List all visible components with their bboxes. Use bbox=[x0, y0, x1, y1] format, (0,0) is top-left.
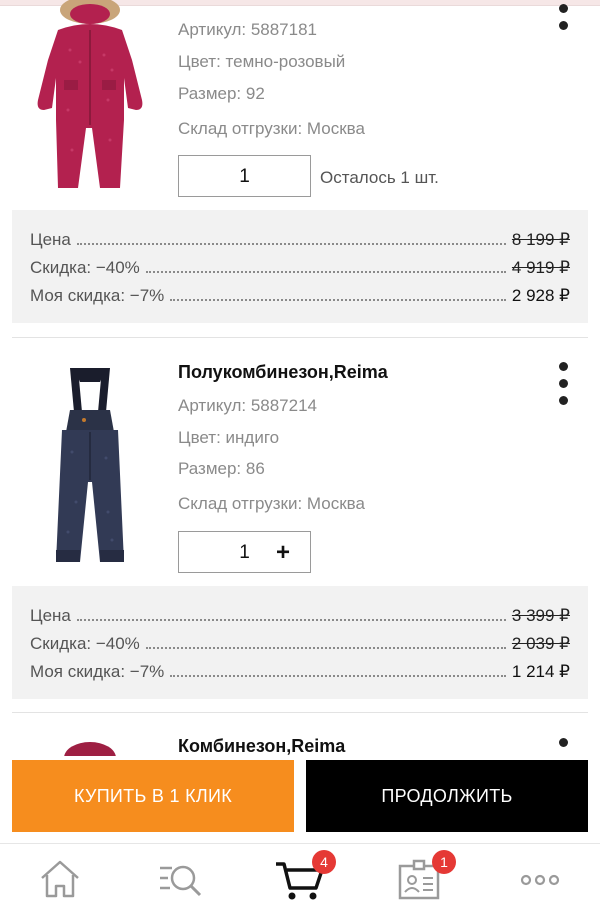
my-discount-label: Моя скидка: −7% bbox=[30, 286, 165, 305]
dotted-leader bbox=[76, 619, 506, 621]
discount-label: Скидка: −40% bbox=[30, 634, 140, 653]
more-dot-icon bbox=[558, 396, 568, 405]
product-image[interactable] bbox=[20, 0, 160, 200]
article: Артикул: 5887214 bbox=[178, 396, 318, 415]
price-summary: Цена 8 199 ₽ Скидка: −40% 4 919 ₽ Моя ск… bbox=[12, 210, 588, 323]
more-dot-icon bbox=[558, 4, 568, 13]
quantity-value: 1 bbox=[239, 166, 250, 187]
price-row: Цена 8 199 ₽ bbox=[30, 228, 570, 250]
pink-snowsuit-image bbox=[37, 0, 143, 188]
price-summary: Цена 3 399 ₽ Скидка: −40% 2 039 ₽ Моя ск… bbox=[12, 586, 588, 699]
my-discount-row: Моя скидка: −7% 2 928 ₽ bbox=[30, 284, 570, 306]
item-menu-button[interactable] bbox=[555, 4, 571, 38]
dotted-leader bbox=[76, 243, 506, 245]
discount-label: Скидка: −40% bbox=[30, 258, 140, 277]
price-label: Цена bbox=[30, 230, 71, 249]
tab-more[interactable] bbox=[510, 856, 570, 904]
buy-one-click-button[interactable]: КУПИТЬ В 1 КЛИК bbox=[12, 760, 294, 832]
size: Размер: 86 bbox=[178, 459, 265, 478]
discount-value: 2 039 ₽ bbox=[511, 634, 570, 653]
quantity-stepper[interactable]: 1 bbox=[178, 155, 311, 197]
dotted-leader bbox=[145, 647, 506, 649]
increment-button[interactable]: + bbox=[276, 539, 290, 567]
divider bbox=[12, 337, 588, 338]
cart-badge: 4 bbox=[312, 850, 336, 874]
stock-note: Осталось 1 шт. bbox=[320, 168, 439, 187]
bottom-tab-bar: 4 1 bbox=[0, 843, 600, 913]
profile-badge: 1 bbox=[432, 850, 456, 874]
more-dot-icon bbox=[558, 379, 568, 388]
search-icon bbox=[160, 865, 202, 897]
dotted-leader bbox=[145, 271, 506, 273]
price-value: 8 199 ₽ bbox=[511, 230, 570, 249]
warehouse: Склад отгрузки: Москва bbox=[178, 119, 365, 138]
color: Цвет: темно-розовый bbox=[178, 52, 346, 71]
more-dot-icon bbox=[558, 362, 568, 371]
more-icon bbox=[520, 874, 560, 886]
price-label: Цена bbox=[30, 606, 71, 625]
divider bbox=[12, 712, 588, 713]
dotted-leader bbox=[170, 675, 506, 677]
price-value: 3 399 ₽ bbox=[511, 606, 570, 625]
tab-cart[interactable]: 4 bbox=[270, 850, 336, 904]
my-discount-value: 2 928 ₽ bbox=[511, 286, 570, 305]
price-row: Цена 3 399 ₽ bbox=[30, 604, 570, 626]
article: Артикул: 5887181 bbox=[178, 20, 318, 39]
quantity-value: 1 bbox=[239, 542, 250, 563]
more-dot-icon bbox=[558, 21, 568, 30]
item-menu-button[interactable] bbox=[555, 362, 571, 413]
product-image[interactable] bbox=[20, 362, 160, 582]
discount-row: Скидка: −40% 4 919 ₽ bbox=[30, 256, 570, 278]
size: Размер: 92 bbox=[178, 84, 265, 103]
my-discount-row: Моя скидка: −7% 1 214 ₽ bbox=[30, 660, 570, 682]
product-title[interactable]: Комбинезон,Reima bbox=[178, 736, 345, 757]
product-title[interactable]: Полукомбинезон,Reima bbox=[178, 362, 388, 383]
my-discount-value: 1 214 ₽ bbox=[511, 662, 570, 681]
dotted-leader bbox=[170, 299, 506, 301]
checkout-actions: КУПИТЬ В 1 КЛИК ПРОДОЛЖИТЬ bbox=[0, 756, 600, 836]
tab-profile[interactable]: 1 bbox=[390, 850, 456, 904]
warehouse: Склад отгрузки: Москва bbox=[178, 494, 365, 513]
discount-value: 4 919 ₽ bbox=[511, 258, 570, 277]
discount-row: Скидка: −40% 2 039 ₽ bbox=[30, 632, 570, 654]
continue-button[interactable]: ПРОДОЛЖИТЬ bbox=[306, 760, 588, 832]
indigo-bib-pants-image bbox=[56, 368, 124, 562]
my-discount-label: Моя скидка: −7% bbox=[30, 662, 165, 681]
quantity-stepper[interactable]: 1 + bbox=[178, 531, 311, 573]
tab-search[interactable] bbox=[150, 856, 210, 904]
more-dot-icon bbox=[558, 738, 568, 747]
home-icon bbox=[41, 860, 79, 898]
color: Цвет: индиго bbox=[178, 428, 280, 447]
item-menu-button[interactable] bbox=[555, 738, 571, 755]
tab-home[interactable] bbox=[30, 856, 90, 904]
